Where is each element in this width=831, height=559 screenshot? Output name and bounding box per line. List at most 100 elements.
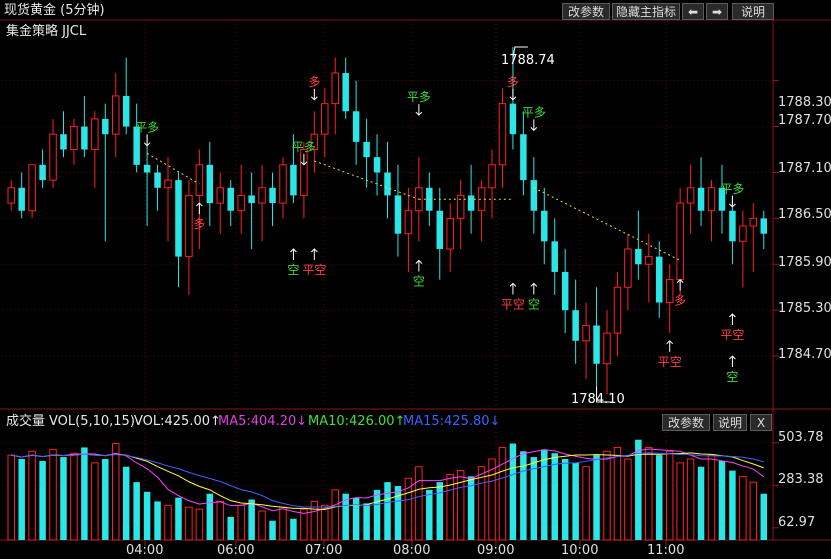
candle-body: [112, 95, 120, 135]
candle-body: [342, 73, 349, 112]
price-tick: 1788.30: [778, 95, 831, 110]
candle-body: [572, 310, 579, 341]
volume-bar: [498, 446, 507, 541]
hide-main-indicator-button[interactable]: 隐藏主指标: [612, 3, 680, 20]
time-tick: 06:00: [217, 543, 255, 558]
candle-body: [635, 248, 642, 265]
volume-bar: [572, 462, 579, 540]
volume-bar: [739, 475, 747, 541]
candle-body: [122, 95, 130, 127]
signal-label: 平多: [720, 182, 744, 196]
time-tick: 08:00: [393, 543, 431, 558]
signal-label: 平多: [135, 121, 159, 135]
volume-bar: [415, 466, 423, 541]
signal-label: 多: [507, 75, 519, 89]
price-tick: 1787.10: [778, 161, 831, 176]
volume-bar: [352, 497, 360, 540]
signal-label: 平空: [302, 263, 326, 277]
volume-bar: [279, 506, 287, 541]
candle-body: [258, 187, 266, 204]
candle-body: [373, 157, 381, 173]
volume-bar: [593, 455, 600, 540]
ma5-value: MA5:404.20↓: [218, 414, 308, 429]
volume-bar: [582, 466, 590, 541]
volume-bar: [561, 459, 569, 540]
candle-body: [206, 164, 214, 204]
volume-bar: [133, 482, 140, 540]
candle-body: [593, 325, 600, 364]
volume-bar: [216, 500, 225, 541]
volume-bar: [749, 481, 758, 541]
volume-tick: 283.38: [778, 472, 824, 487]
next-arrow-button[interactable]: ➡: [706, 3, 728, 20]
time-tick: 07:00: [305, 543, 343, 558]
candle-body: [248, 195, 255, 204]
volume-bar: [551, 453, 558, 540]
volume-close-button[interactable]: X: [750, 414, 772, 431]
volume-bar: [520, 451, 527, 540]
candle-body: [60, 134, 67, 150]
price-tick: 1786.50: [778, 207, 831, 222]
candle-body: [697, 187, 705, 211]
volume-bar: [28, 450, 36, 541]
candle-body: [290, 164, 297, 196]
candle-body: [216, 187, 225, 204]
ma15-value: MA15:425.80↓: [403, 414, 501, 429]
volume-bar: [258, 510, 266, 541]
time-tick: 09:00: [477, 543, 515, 558]
candle-body: [561, 271, 569, 311]
volume-bar: [143, 491, 151, 540]
volume-bar: [363, 503, 370, 540]
candle-body: [686, 187, 695, 204]
volume-bar: [112, 443, 120, 541]
candle-body: [541, 210, 548, 242]
candle-body: [760, 218, 768, 234]
candle-body: [467, 195, 475, 211]
candle-body: [352, 111, 360, 142]
volume-bar: [729, 470, 736, 540]
candle-body: [739, 225, 747, 242]
volume-bar: [164, 504, 172, 541]
candle-body: [269, 187, 276, 204]
volume-bar: [70, 452, 78, 541]
prev-arrow-button[interactable]: ⬅: [682, 3, 704, 20]
volume-tick: 62.97: [778, 515, 816, 530]
volume-indicator-name: VOL(5,10,15): [49, 414, 135, 429]
candle-body: [729, 210, 736, 242]
low-annotation: 1784.10: [571, 392, 625, 407]
candle-body: [195, 164, 204, 196]
candle-body: [613, 286, 622, 334]
time-tick: 11:00: [647, 543, 685, 558]
change-params-button[interactable]: 改参数: [562, 3, 610, 20]
volume-bar: [81, 447, 88, 540]
volume-bar: [718, 460, 726, 540]
volume-bar: [426, 489, 433, 540]
candle-body: [707, 187, 716, 212]
volume-bar: [321, 504, 329, 541]
candle-body: [488, 164, 496, 189]
volume-bar: [206, 493, 214, 540]
candle-body: [446, 217, 454, 250]
ma10-value: MA10:426.00↑: [308, 414, 406, 429]
candle-body: [551, 241, 558, 272]
candle-body: [185, 194, 193, 258]
candle-body: [70, 126, 78, 151]
candle-body: [91, 118, 99, 151]
volume-bar: [373, 489, 381, 540]
volume-bar: [154, 501, 161, 540]
volume-bar: [436, 482, 444, 540]
help-button[interactable]: 说明: [732, 3, 774, 20]
signal-label: 平空: [720, 328, 744, 342]
candle-body: [749, 217, 758, 227]
volume-change-params-button[interactable]: 改参数: [662, 414, 710, 431]
candle-body: [321, 103, 329, 135]
volume-bar: [91, 462, 99, 541]
volume-help-button[interactable]: 说明: [713, 414, 747, 431]
volume-bar: [102, 459, 109, 540]
candle-body: [279, 164, 287, 204]
volume-bar: [488, 458, 496, 541]
price-tick: 1785.90: [778, 255, 831, 270]
volume-tick: 503.78: [778, 430, 824, 445]
signal-label: 空: [413, 274, 425, 288]
volume-bar: [195, 508, 204, 541]
